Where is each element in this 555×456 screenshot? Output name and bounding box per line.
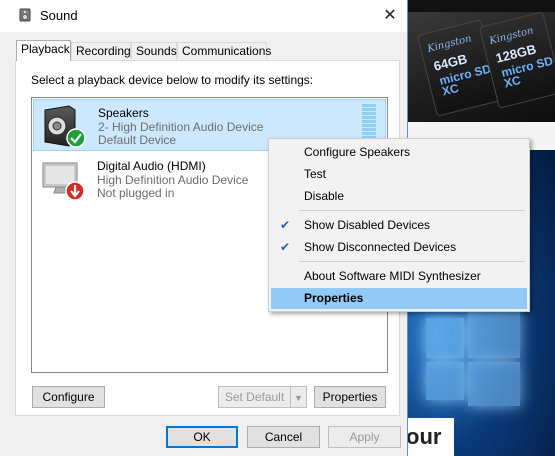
configure-button[interactable]: Configure <box>32 386 105 408</box>
context-menu: Configure Speakers Test Disable ✔ Show D… <box>268 138 530 312</box>
device-status: Default Device <box>98 133 177 147</box>
background-ad-image: Kingston 64GB micro SD XC Kingston 128GB… <box>408 12 555 122</box>
set-default-button[interactable]: Set Default <box>218 386 291 408</box>
menu-item-test[interactable]: Test <box>271 164 527 185</box>
menu-separator <box>299 261 525 262</box>
speaker-app-icon <box>19 8 31 22</box>
check-badge-icon <box>66 128 86 148</box>
window-title: Sound <box>40 8 78 23</box>
background-text-fragment: our <box>400 418 454 456</box>
properties-button[interactable]: Properties <box>314 386 386 408</box>
close-icon: ✕ <box>383 7 397 24</box>
down-arrow-badge-icon <box>65 181 85 201</box>
menu-item-show-disabled-devices[interactable]: ✔ Show Disabled Devices <box>271 215 527 236</box>
chevron-down-icon: ▼ <box>294 393 303 403</box>
menu-separator <box>299 210 525 211</box>
menu-item-about-midi-synthesizer[interactable]: About Software MIDI Synthesizer <box>271 266 527 287</box>
device-name: Digital Audio (HDMI) <box>97 159 206 173</box>
menu-item-properties[interactable]: Properties <box>271 288 527 309</box>
tab-playback[interactable]: Playback <box>16 40 71 61</box>
device-name: Speakers <box>98 106 149 120</box>
tab-communications[interactable]: Communications <box>177 42 271 59</box>
tab-recording[interactable]: Recording <box>71 42 131 59</box>
tab-sounds[interactable]: Sounds <box>131 42 177 59</box>
apply-button[interactable]: Apply <box>328 426 401 448</box>
menu-item-configure-speakers[interactable]: Configure Speakers <box>271 142 527 163</box>
checkmark-icon: ✔ <box>280 240 291 254</box>
menu-item-show-disconnected-devices[interactable]: ✔ Show Disconnected Devices <box>271 237 527 258</box>
background-strip <box>408 0 555 12</box>
set-default-dropdown[interactable]: ▼ <box>290 386 307 408</box>
device-description: High Definition Audio Device <box>97 173 249 187</box>
device-status: Not plugged in <box>97 186 175 200</box>
cancel-button[interactable]: Cancel <box>247 426 320 448</box>
instruction-text: Select a playback device below to modify… <box>31 73 314 87</box>
menu-item-disable[interactable]: Disable <box>271 186 527 207</box>
checkmark-icon: ✔ <box>280 218 291 232</box>
ok-button[interactable]: OK <box>166 426 238 448</box>
device-description: 2- High Definition Audio Device <box>98 120 264 134</box>
close-button[interactable]: ✕ <box>376 4 404 28</box>
title-bar: Sound ✕ <box>0 0 407 32</box>
